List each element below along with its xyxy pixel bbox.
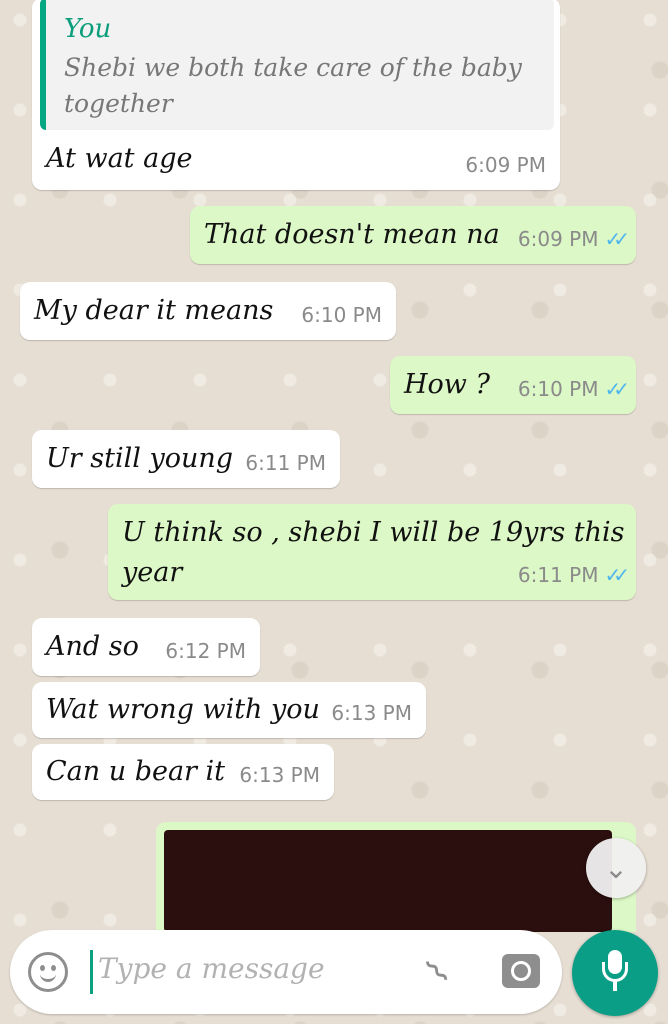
message-text: Ur still young xyxy=(46,443,234,474)
message-time: 6:12 PM xyxy=(165,639,246,663)
message-time: 6:09 PM xyxy=(465,153,546,177)
quoted-text: Shebi we both take care of the baby toge… xyxy=(64,53,522,118)
message-incoming[interactable]: My dear it means 6:10 PM xyxy=(20,282,396,340)
quoted-reply[interactable]: You Shebi we both take care of the baby … xyxy=(40,0,554,130)
message-text-line-1: U think so , shebi I will be 19yrs this xyxy=(122,517,625,548)
message-text: At wat age xyxy=(46,143,193,174)
message-text: Wat wrong with you xyxy=(46,694,320,725)
read-receipt-icon: ✓✓ xyxy=(604,227,629,251)
voice-record-button[interactable] xyxy=(572,930,658,1016)
message-outgoing[interactable]: How ? 6:10 PM ✓✓ xyxy=(390,356,636,414)
read-receipt-icon: ✓✓ xyxy=(604,563,629,587)
message-time: 6:10 PM xyxy=(301,303,382,327)
emoji-icon[interactable] xyxy=(28,952,68,992)
message-outgoing[interactable]: U think so , shebi I will be 19yrs this … xyxy=(108,504,636,600)
quoted-author: You xyxy=(64,14,112,44)
microphone-icon xyxy=(602,950,628,996)
message-time: 6:10 PM xyxy=(517,377,599,401)
message-incoming[interactable]: Can u bear it 6:13 PM xyxy=(32,744,334,800)
message-text: And so xyxy=(46,631,139,662)
message-time: 6:09 PM xyxy=(517,227,599,251)
message-outgoing[interactable]: That doesn't mean na 6:09 PM ✓✓ xyxy=(190,206,636,264)
camera-icon[interactable] xyxy=(502,954,540,988)
chevron-double-down-icon: ⌄ xyxy=(604,851,628,885)
scroll-to-bottom-button[interactable]: ⌄ xyxy=(586,838,646,898)
message-time-wrap: 6:09 PM ✓✓ xyxy=(517,220,630,258)
message-time-wrap: 6:10 PM ✓✓ xyxy=(517,370,630,408)
media-image[interactable] xyxy=(164,830,612,932)
message-incoming[interactable]: Wat wrong with you 6:13 PM xyxy=(32,682,426,738)
message-time: 6:13 PM xyxy=(239,763,320,787)
message-input-placeholder[interactable]: Type a message xyxy=(98,952,325,985)
message-time: 6:13 PM xyxy=(331,701,412,725)
message-text: My dear it means xyxy=(34,295,274,326)
message-composer[interactable]: Type a message ⌇ xyxy=(10,930,562,1014)
read-receipt-icon: ✓✓ xyxy=(604,377,629,401)
message-time: 6:11 PM xyxy=(245,451,326,475)
media-message-outgoing[interactable] xyxy=(156,822,636,932)
message-list[interactable]: You Shebi we both take care of the baby … xyxy=(0,0,668,1024)
message-incoming[interactable]: You Shebi we both take care of the baby … xyxy=(32,0,560,190)
message-incoming[interactable]: Ur still young 6:11 PM xyxy=(32,430,340,488)
message-text: Can u bear it xyxy=(46,756,226,787)
message-time: 6:11 PM xyxy=(517,563,599,587)
message-time-wrap: 6:11 PM ✓✓ xyxy=(517,556,630,594)
text-cursor xyxy=(90,950,93,994)
message-text: That doesn't mean na xyxy=(204,219,500,250)
message-incoming[interactable]: And so 6:12 PM xyxy=(32,618,260,676)
paperclip-icon[interactable]: ⌇ xyxy=(410,944,467,1001)
message-text: How ? xyxy=(404,369,490,400)
message-text-line-2: year xyxy=(122,557,183,588)
